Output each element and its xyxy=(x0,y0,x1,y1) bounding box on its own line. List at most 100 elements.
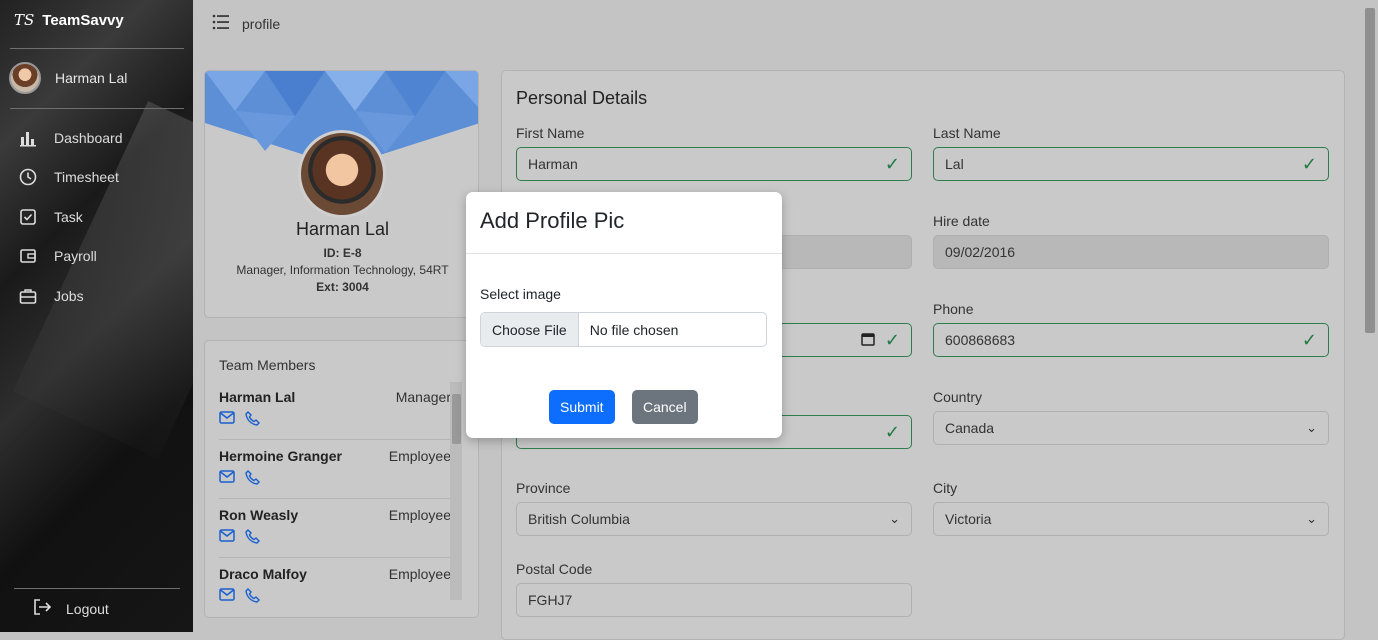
mail-icon[interactable] xyxy=(219,470,235,490)
divider xyxy=(14,588,180,589)
clock-icon xyxy=(18,167,38,187)
file-input[interactable]: Choose File No file chosen xyxy=(480,312,767,347)
phone-value: 600868683 xyxy=(945,332,1016,348)
phone-icon[interactable] xyxy=(245,529,260,549)
first-name-input[interactable]: Harman ✓ xyxy=(516,147,912,181)
list-item: Hermoine Granger Employee xyxy=(219,440,451,499)
phone-icon[interactable] xyxy=(245,411,260,431)
last-name-value: Lal xyxy=(945,156,964,172)
profile-id: ID: E-8 xyxy=(323,246,362,260)
postal-code-label: Postal Code xyxy=(516,561,593,577)
sidebar-item-label: Timesheet xyxy=(54,169,119,186)
list-item: Harman Lal Manager xyxy=(219,381,451,440)
list-item: Ron Weasly Employee xyxy=(219,499,451,558)
divider xyxy=(10,108,184,109)
last-name-input[interactable]: Lal ✓ xyxy=(933,147,1329,181)
mail-icon[interactable] xyxy=(219,529,235,549)
team-title: Team Members xyxy=(219,357,316,373)
list-icon[interactable] xyxy=(212,14,230,33)
city-label: City xyxy=(933,480,958,496)
sidebar-item-timesheet[interactable]: Timesheet xyxy=(18,158,123,198)
file-status: No file chosen xyxy=(589,321,679,338)
postal-code-field: Postal Code FGHJ7 xyxy=(516,561,912,617)
brand-name: TeamSavvy xyxy=(42,11,124,29)
province-value: British Columbia xyxy=(528,511,630,527)
check-icon: ✓ xyxy=(884,421,900,442)
sidebar-item-dashboard[interactable]: Dashboard xyxy=(18,118,123,158)
city-field: City Victoria ⌄ xyxy=(933,480,1329,536)
logout-button[interactable]: Logout xyxy=(32,598,109,619)
phone-input[interactable]: 600868683 ✓ xyxy=(933,323,1329,357)
divider xyxy=(10,48,184,49)
scrollbar-thumb[interactable] xyxy=(1365,8,1375,333)
profile-card: Harman Lal ID: E-8 Manager, Information … xyxy=(204,70,479,318)
scrollbar-thumb[interactable] xyxy=(452,394,461,444)
phone-icon[interactable] xyxy=(245,588,260,608)
profile-ext: Ext: 3004 xyxy=(316,280,369,294)
calendar-icon[interactable] xyxy=(861,332,875,349)
country-value: Canada xyxy=(945,420,995,436)
topbar: profile xyxy=(212,14,280,33)
member-role: Employee xyxy=(388,448,451,464)
postal-code-value: FGHJ7 xyxy=(528,592,573,608)
submit-button[interactable]: Submit xyxy=(549,390,615,424)
bar-chart-icon xyxy=(18,128,38,148)
sidebar-item-label: Dashboard xyxy=(54,129,123,146)
mail-icon[interactable] xyxy=(219,588,235,608)
profile-name: Harman Lal xyxy=(295,219,390,239)
province-select[interactable]: British Columbia ⌄ xyxy=(516,502,912,536)
last-name-field: Last Name Lal ✓ xyxy=(933,125,1329,181)
checkbox-icon xyxy=(18,207,38,227)
list-item: Draco Malfoy Employee xyxy=(219,558,451,617)
profile-avatar[interactable] xyxy=(298,130,386,218)
first-name-label: First Name xyxy=(516,125,585,141)
hire-date-input: 09/02/2016 xyxy=(933,235,1329,269)
member-role: Employee xyxy=(388,566,451,582)
select-image-label: Select image xyxy=(480,286,561,302)
brand[interactable]: TS TeamSavvy xyxy=(14,10,124,30)
sidebar-item-payroll[interactable]: Payroll xyxy=(18,237,123,277)
member-role: Manager xyxy=(395,389,451,405)
mail-icon[interactable] xyxy=(219,411,235,431)
phone-label: Phone xyxy=(933,301,974,317)
profile-position: Manager, Information Technology, 54RT xyxy=(236,263,449,277)
logout-icon xyxy=(32,598,52,619)
country-select[interactable]: Canada ⌄ xyxy=(933,411,1329,445)
page-title: profile xyxy=(242,15,281,32)
member-role: Employee xyxy=(388,507,451,523)
team-card: Team Members Harman Lal Manager Hermoine… xyxy=(204,340,479,618)
cancel-button[interactable]: Cancel xyxy=(632,390,698,424)
sidebar-item-label: Task xyxy=(54,208,83,225)
postal-code-input[interactable]: FGHJ7 xyxy=(516,583,912,617)
phone-field: Phone 600868683 ✓ xyxy=(933,301,1329,357)
city-value: Victoria xyxy=(945,511,992,527)
sidebar-user[interactable]: Harman Lal xyxy=(9,62,127,94)
last-name-label: Last Name xyxy=(933,125,1001,141)
country-label: Country xyxy=(933,389,983,405)
first-name-field: First Name Harman ✓ xyxy=(516,125,912,181)
avatar xyxy=(9,62,41,94)
add-profile-pic-modal: Add Profile Pic Select image Choose File… xyxy=(466,192,782,438)
details-title: Personal Details xyxy=(516,88,648,108)
sidebar-item-task[interactable]: Task xyxy=(18,197,123,237)
country-field: Country Canada ⌄ xyxy=(933,389,1329,445)
check-icon: ✓ xyxy=(1301,153,1317,174)
brand-logo: TS xyxy=(14,11,35,29)
province-field: Province British Columbia ⌄ xyxy=(516,480,912,536)
hire-date-label: Hire date xyxy=(933,213,990,229)
team-scrollbar[interactable] xyxy=(450,382,462,600)
city-select[interactable]: Victoria ⌄ xyxy=(933,502,1329,536)
sidebar-item-label: Jobs xyxy=(54,287,84,304)
check-icon: ✓ xyxy=(884,153,900,174)
hire-date-field: Hire date 09/02/2016 xyxy=(933,213,1329,269)
hire-date-value: 09/02/2016 xyxy=(945,244,1016,260)
sidebar-item-jobs[interactable]: Jobs xyxy=(18,276,123,316)
phone-icon[interactable] xyxy=(245,470,260,490)
choose-file-button[interactable]: Choose File xyxy=(481,313,579,346)
page-scrollbar[interactable] xyxy=(1362,0,1378,632)
sidebar-nav: Dashboard Timesheet Task Payroll Jobs xyxy=(18,118,123,316)
province-label: Province xyxy=(516,480,571,496)
modal-title: Add Profile Pic xyxy=(466,192,782,254)
chevron-down-icon: ⌄ xyxy=(1306,420,1317,435)
chevron-down-icon: ⌄ xyxy=(889,511,900,526)
